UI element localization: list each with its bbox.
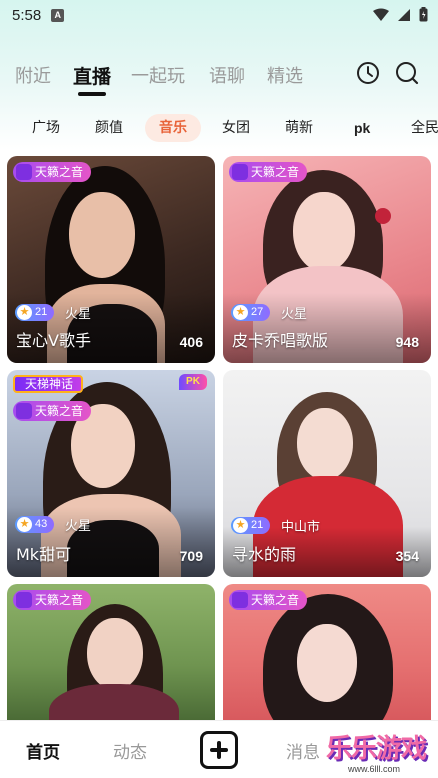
nav-messages[interactable]: 消息 [286, 738, 320, 763]
category-looks[interactable]: 颜值 [95, 114, 123, 142]
music-badge-icon [16, 164, 32, 180]
status-time: 5:58 [12, 6, 42, 24]
status-bar: 5:58 A [0, 0, 438, 30]
watermark-url: www.6lll.com [348, 764, 401, 774]
active-tab-indicator [78, 92, 106, 96]
live-room-card[interactable]: 天籁之音 ★ 21 火星 宝心V歌手 406 [7, 156, 215, 363]
star-icon: ★ [233, 518, 248, 533]
clock-icon[interactable] [355, 60, 381, 86]
live-room-card[interactable]: 天籁之音 [7, 584, 215, 720]
location-label: 火星 [65, 519, 92, 534]
portrait-face [87, 618, 143, 690]
viewer-count: 709 [179, 548, 203, 564]
category-girl-group[interactable]: 女团 [222, 114, 250, 142]
notification-icon: A [51, 8, 65, 22]
signal-icon [398, 8, 410, 21]
voice-badge: 天籁之音 [13, 401, 92, 421]
voice-badge: 天籁之音 [229, 590, 308, 610]
level-badge: ★ 21 [15, 304, 55, 321]
live-room-card[interactable]: ★ 21 中山市 寻水的雨 354 [223, 370, 431, 577]
category-newbie[interactable]: 萌新 [285, 114, 313, 142]
category-square[interactable]: 广场 [32, 114, 60, 142]
portrait-face [69, 192, 135, 278]
ladder-badge: 天梯神话 [13, 375, 84, 393]
category-music[interactable]: 音乐 [145, 114, 201, 142]
live-room-card[interactable]: 天梯神话 PK 天籁之音 ★ 43 火星 Mk甜可 709 [7, 370, 215, 577]
level-badge: ★ 27 [231, 304, 271, 321]
category-all[interactable]: 全民 [411, 114, 438, 142]
battery-icon [419, 7, 428, 22]
wifi-icon [373, 8, 389, 21]
music-badge-icon [232, 164, 248, 180]
search-icon[interactable] [394, 60, 420, 86]
portrait-face [293, 192, 355, 272]
pk-badge: PK [179, 374, 207, 390]
live-room-card[interactable]: 天籁之音 [223, 584, 431, 720]
room-title: 宝心V歌手 [16, 331, 91, 350]
star-icon: ★ [17, 305, 32, 320]
viewer-count: 406 [179, 334, 203, 350]
room-title: 皮卡乔唱歌版 [232, 331, 329, 350]
location-label: 中山市 [281, 520, 321, 535]
music-badge-icon [16, 592, 32, 608]
add-post-icon[interactable] [200, 731, 238, 769]
tab-live[interactable]: 直播 [73, 62, 111, 89]
nav-feed[interactable]: 动态 [113, 738, 147, 763]
portrait-face [297, 408, 353, 480]
tab-voice-chat[interactable]: 语聊 [209, 62, 245, 88]
level-badge: ★ 21 [231, 517, 271, 534]
viewer-count: 948 [395, 334, 419, 350]
status-icons [373, 7, 428, 22]
tab-nearby[interactable]: 附近 [15, 62, 51, 88]
level-badge: ★ 43 [15, 516, 55, 533]
live-room-card[interactable]: 天籁之音 ★ 27 火星 皮卡乔唱歌版 948 [223, 156, 431, 363]
tab-play-together[interactable]: 一起玩 [131, 62, 185, 88]
watermark-logo: 乐乐游戏 www.6lll.com [326, 728, 438, 778]
star-icon: ★ [233, 305, 248, 320]
portrait-face [297, 624, 357, 702]
category-row: 广场 颜值 音乐 女团 萌新 pk 全民 [0, 114, 438, 144]
voice-badge: 天籁之音 [13, 590, 92, 610]
nav-home[interactable]: 首页 [26, 738, 60, 763]
watermark-text: 乐乐游戏 [326, 734, 427, 764]
room-title: 寻水的雨 [232, 545, 297, 564]
location-label: 火星 [281, 307, 308, 322]
flower-decoration [375, 208, 391, 224]
viewer-count: 354 [395, 548, 419, 564]
music-badge-icon [16, 403, 32, 419]
music-badge-icon [232, 592, 248, 608]
voice-badge: 天籁之音 [13, 162, 92, 182]
room-title: Mk甜可 [16, 545, 72, 564]
category-pk[interactable]: pk [354, 114, 370, 142]
location-label: 火星 [65, 307, 92, 322]
voice-badge: 天籁之音 [229, 162, 308, 182]
star-icon: ★ [17, 517, 32, 532]
tab-featured[interactable]: 精选 [267, 62, 303, 88]
